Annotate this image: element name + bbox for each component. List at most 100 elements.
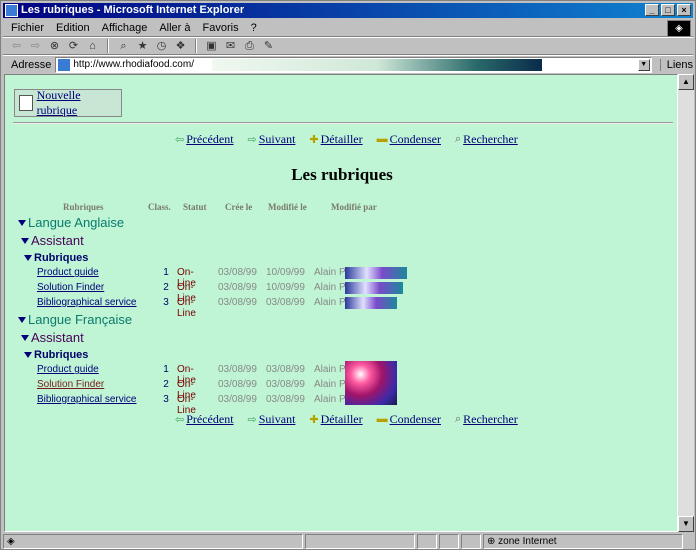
section-langue-francaise[interactable]: Langue Française — [18, 312, 132, 327]
menu-help[interactable]: ? — [251, 22, 257, 34]
refresh-icon[interactable]: ⟳ — [66, 40, 81, 53]
class-value: 1 — [163, 267, 169, 278]
modified-by: Alain P — [314, 364, 346, 375]
menu-edition[interactable]: Edition — [56, 22, 90, 34]
expand-plus-icon: ✚ — [309, 133, 319, 146]
condense-link[interactable]: Condenser — [390, 412, 441, 427]
created-date: 03/08/99 — [218, 394, 257, 405]
forward-icon[interactable]: ⇨ — [28, 40, 43, 53]
magnifier-icon: ⌕ — [454, 412, 462, 425]
rubrique-link[interactable]: Bibliographical service — [37, 394, 137, 405]
modified-by: Alain P — [314, 297, 346, 308]
scroll-down-icon[interactable]: ▼ — [678, 516, 694, 532]
new-document-icon — [19, 95, 33, 111]
address-url[interactable]: http://www.rhodiafood.com/ — [73, 59, 194, 70]
condense-link[interactable]: Condenser — [390, 132, 441, 147]
menu-bar: Fichier Edition Affichage Aller à Favori… — [3, 19, 693, 37]
nav-bar-bottom: ⇦ Précédent ⇨ Suivant ✚ Détailler ▬ Condense… — [175, 411, 532, 427]
created-date: 03/08/99 — [218, 379, 257, 390]
status-text: ◈ — [3, 533, 303, 549]
maximize-button[interactable]: □ — [661, 4, 675, 16]
stop-icon[interactable]: ⊗ — [47, 40, 62, 53]
scroll-up-icon[interactable]: ▲ — [678, 74, 694, 90]
group-rubriques[interactable]: Rubriques — [24, 349, 88, 361]
status-cell — [305, 533, 415, 549]
status-cell — [417, 533, 437, 549]
class-value: 2 — [163, 379, 169, 390]
toolbar: ⇦ ⇨ ⊗ ⟳ ⌂ ⌕ ★ ◷ ❖ ▣ ✉ ⎙ ✎ — [3, 37, 693, 55]
links-toolbar-button[interactable]: Liens — [659, 58, 693, 71]
caret-down-icon — [24, 352, 32, 358]
browser-window: Les rubriques - Microsoft Internet Explo… — [0, 0, 696, 550]
channels-icon[interactable]: ❖ — [173, 40, 188, 53]
graphic-overlay — [345, 267, 407, 279]
col-header-rubriques: Rubriques — [63, 202, 104, 212]
arrow-left-icon: ⇦ — [175, 413, 185, 426]
modified-by: Alain P — [314, 267, 346, 278]
subsection-label: Assistant — [31, 330, 84, 345]
search-link[interactable]: Rechercher — [463, 412, 518, 427]
address-dropdown-icon[interactable]: ▼ — [637, 58, 650, 71]
next-link[interactable]: Suivant — [259, 132, 296, 147]
search-icon[interactable]: ⌕ — [116, 40, 131, 53]
globe-icon: ⊕ — [487, 535, 499, 547]
page-status-icon: ◈ — [7, 535, 15, 547]
menu-aller[interactable]: Aller à — [159, 22, 190, 34]
prev-link[interactable]: Précédent — [186, 412, 233, 427]
caret-down-icon — [18, 316, 26, 323]
print-icon[interactable]: ⎙ — [242, 40, 257, 53]
subsection-assistant[interactable]: Assistant — [21, 330, 84, 345]
status-bar: ◈ ⊕ zone Internet — [3, 533, 693, 549]
detail-link[interactable]: Détailler — [321, 132, 363, 147]
class-value: 1 — [163, 364, 169, 375]
new-rubrique-button[interactable]: Nouvelle rubrique — [14, 88, 122, 118]
status-value: On-Line — [177, 297, 196, 319]
created-date: 03/08/99 — [218, 282, 257, 293]
rubrique-link[interactable]: Solution Finder — [37, 282, 104, 293]
history-icon[interactable]: ◷ — [154, 40, 169, 53]
group-label: Rubriques — [34, 349, 89, 361]
status-cell — [461, 533, 481, 549]
modified-date: 03/08/99 — [266, 364, 305, 375]
menu-fichier[interactable]: Fichier — [11, 22, 44, 34]
search-link[interactable]: Rechercher — [463, 132, 518, 147]
menu-affichage[interactable]: Affichage — [102, 22, 148, 34]
group-rubriques[interactable]: Rubriques — [24, 252, 88, 264]
toolbar-separator — [195, 39, 197, 53]
detail-link[interactable]: Détailler — [321, 412, 363, 427]
modified-date: 03/08/99 — [266, 379, 305, 390]
edit-icon[interactable]: ✎ — [261, 40, 276, 53]
back-icon[interactable]: ⇦ — [9, 40, 24, 53]
fullscreen-icon[interactable]: ▣ — [204, 40, 219, 53]
subsection-assistant[interactable]: Assistant — [21, 233, 84, 248]
home-icon[interactable]: ⌂ — [85, 40, 100, 53]
menu-favoris[interactable]: Favoris — [203, 22, 239, 34]
class-value: 3 — [163, 297, 169, 308]
divider — [13, 122, 673, 124]
prev-link[interactable]: Précédent — [186, 132, 233, 147]
modified-by: Alain P — [314, 282, 346, 293]
favorites-icon[interactable]: ★ — [135, 40, 150, 53]
mail-icon[interactable]: ✉ — [223, 40, 238, 53]
graphic-overlay — [345, 361, 397, 405]
rubrique-link[interactable]: Product guide — [37, 267, 99, 278]
address-bar: Adresse http://www.rhodiafood.com/ ▼ Lie… — [3, 55, 693, 73]
close-button[interactable]: × — [677, 4, 691, 16]
minimize-button[interactable]: _ — [645, 4, 659, 16]
section-langue-anglaise[interactable]: Langue Anglaise — [18, 215, 124, 230]
zone-label: zone Internet — [498, 535, 557, 547]
rubrique-link[interactable]: Product guide — [37, 364, 99, 375]
window-title: Les rubriques - Microsoft Internet Explo… — [21, 4, 245, 16]
vertical-scrollbar[interactable]: ▲ ▼ — [678, 74, 694, 532]
collapse-minus-icon: ▬ — [376, 133, 388, 145]
nav-bar-top: ⇦ Précédent ⇨ Suivant ✚ Détailler ▬ Condense… — [175, 131, 532, 147]
class-value: 3 — [163, 394, 169, 405]
rubrique-link[interactable]: Solution Finder — [37, 379, 104, 390]
new-rubrique-link[interactable]: Nouvelle rubrique — [37, 88, 121, 118]
col-header-class: Class. — [148, 202, 171, 212]
modified-date: 10/09/99 — [266, 282, 305, 293]
rubrique-link[interactable]: Bibliographical service — [37, 297, 137, 308]
next-link[interactable]: Suivant — [259, 412, 296, 427]
section-label: Langue Française — [28, 312, 133, 327]
address-input[interactable]: http://www.rhodiafood.com/ ▼ — [55, 56, 652, 73]
